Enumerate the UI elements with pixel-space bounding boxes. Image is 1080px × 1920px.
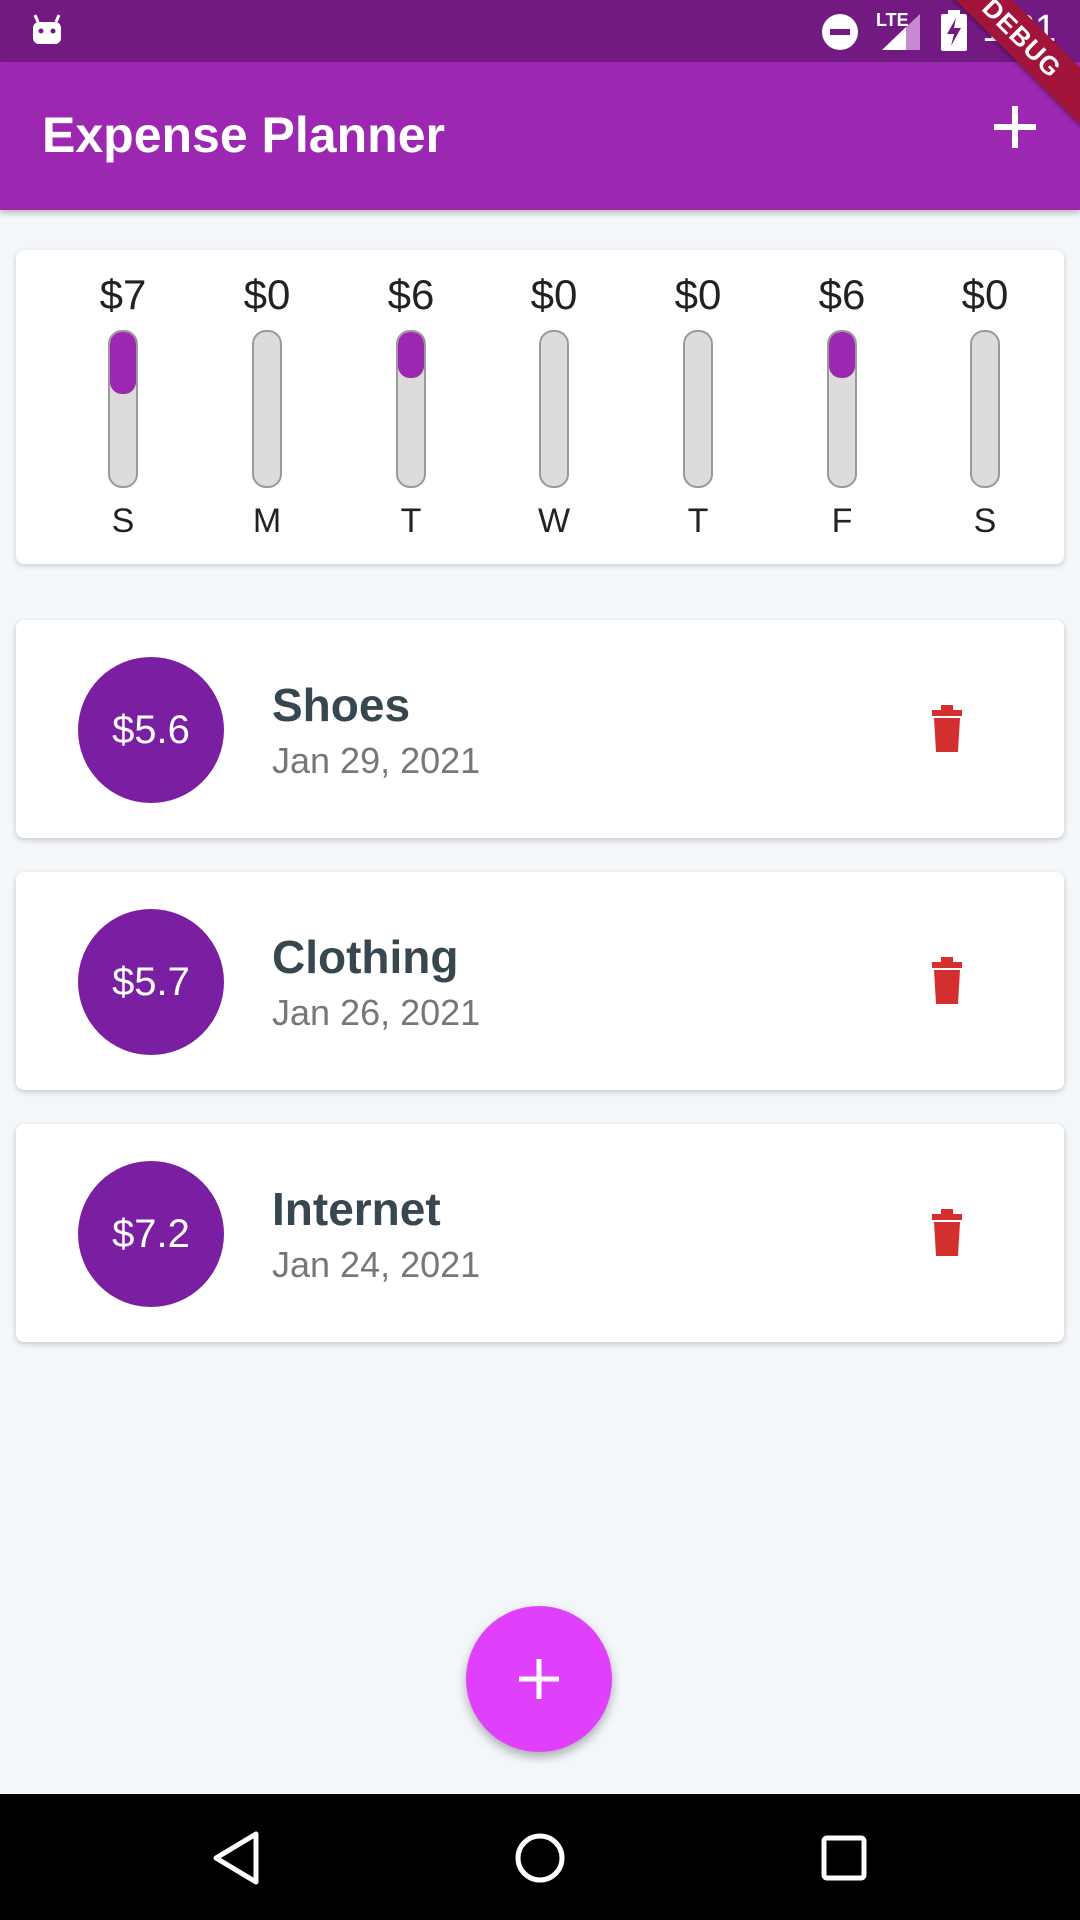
recents-icon[interactable] [814,1828,874,1888]
plus-icon [519,1659,559,1699]
chart-bar-wed: $0 W [499,270,609,541]
transaction-item: $5.7 Clothing Jan 26, 2021 [16,872,1064,1090]
do-not-disturb-icon [822,14,858,50]
delete-icon[interactable] [920,954,974,1008]
bar-track [108,330,138,488]
bar-amount: $0 [961,271,1009,318]
bar-day-label: S [111,502,135,540]
home-icon[interactable] [510,1828,570,1888]
chart-bar-thu: $0 T [643,270,753,541]
bar-amount: $0 [243,271,291,318]
chart-bar-sat: $0 S [930,270,1040,541]
bar-fill [110,332,136,394]
bar-fill [829,332,855,379]
status-bar: LTE 1:21 [0,0,1080,62]
system-nav-bar [0,1794,1080,1920]
bar-amount: $7 [99,271,147,318]
delete-icon[interactable] [920,702,974,756]
delete-icon[interactable] [920,1206,974,1260]
bar-fill [398,332,424,379]
add-transaction-fab[interactable] [466,1606,612,1752]
bar-day-label: W [537,502,571,540]
transaction-date: Jan 29, 2021 [272,740,481,781]
transaction-title: Shoes [272,679,411,731]
chart-bar-fri: $6 F [787,270,897,541]
amount-avatar: $5.6 [78,657,224,803]
back-icon[interactable] [206,1828,266,1888]
chart-bar-sun-1: $7 S [68,270,178,541]
bar-amount: $0 [674,271,722,318]
bar-amount: $0 [530,271,578,318]
bar-track [683,330,713,488]
bar-amount: $6 [818,271,866,318]
bar-day-label: S [973,502,997,540]
transaction-item: $5.6 Shoes Jan 29, 2021 [16,620,1064,838]
transaction-date: Jan 26, 2021 [272,992,481,1033]
chart-bar-tue: $6 T [356,270,466,541]
android-icon [33,14,61,44]
transaction-title: Clothing [272,931,459,983]
bar-day-label: T [400,502,422,540]
debug-banner: DEBUG [950,0,1080,130]
weekly-chart: $7 S $0 M $6 T $0 W $0 T $6 F $0 S [16,250,1064,564]
bar-track [252,330,282,488]
signal-icon [882,14,920,50]
bar-amount: $6 [387,271,435,318]
chart-bar-mon: $0 M [212,270,322,541]
transaction-date: Jan 24, 2021 [272,1244,481,1285]
bar-track [539,330,569,488]
bar-track [827,330,857,488]
transaction-title: Internet [272,1183,441,1235]
bar-day-label: M [252,502,282,540]
bar-track [970,330,1000,488]
bar-day-label: F [831,502,853,540]
amount-avatar: $7.2 [78,1161,224,1307]
bar-day-label: T [687,502,709,540]
app-bar: Expense Planner [0,62,1080,210]
app-title: Expense Planner [42,107,445,163]
debug-banner-container: DEBUG [950,0,1080,130]
bar-track [396,330,426,488]
amount-avatar: $5.7 [78,909,224,1055]
transaction-item: $7.2 Internet Jan 24, 2021 [16,1124,1064,1342]
